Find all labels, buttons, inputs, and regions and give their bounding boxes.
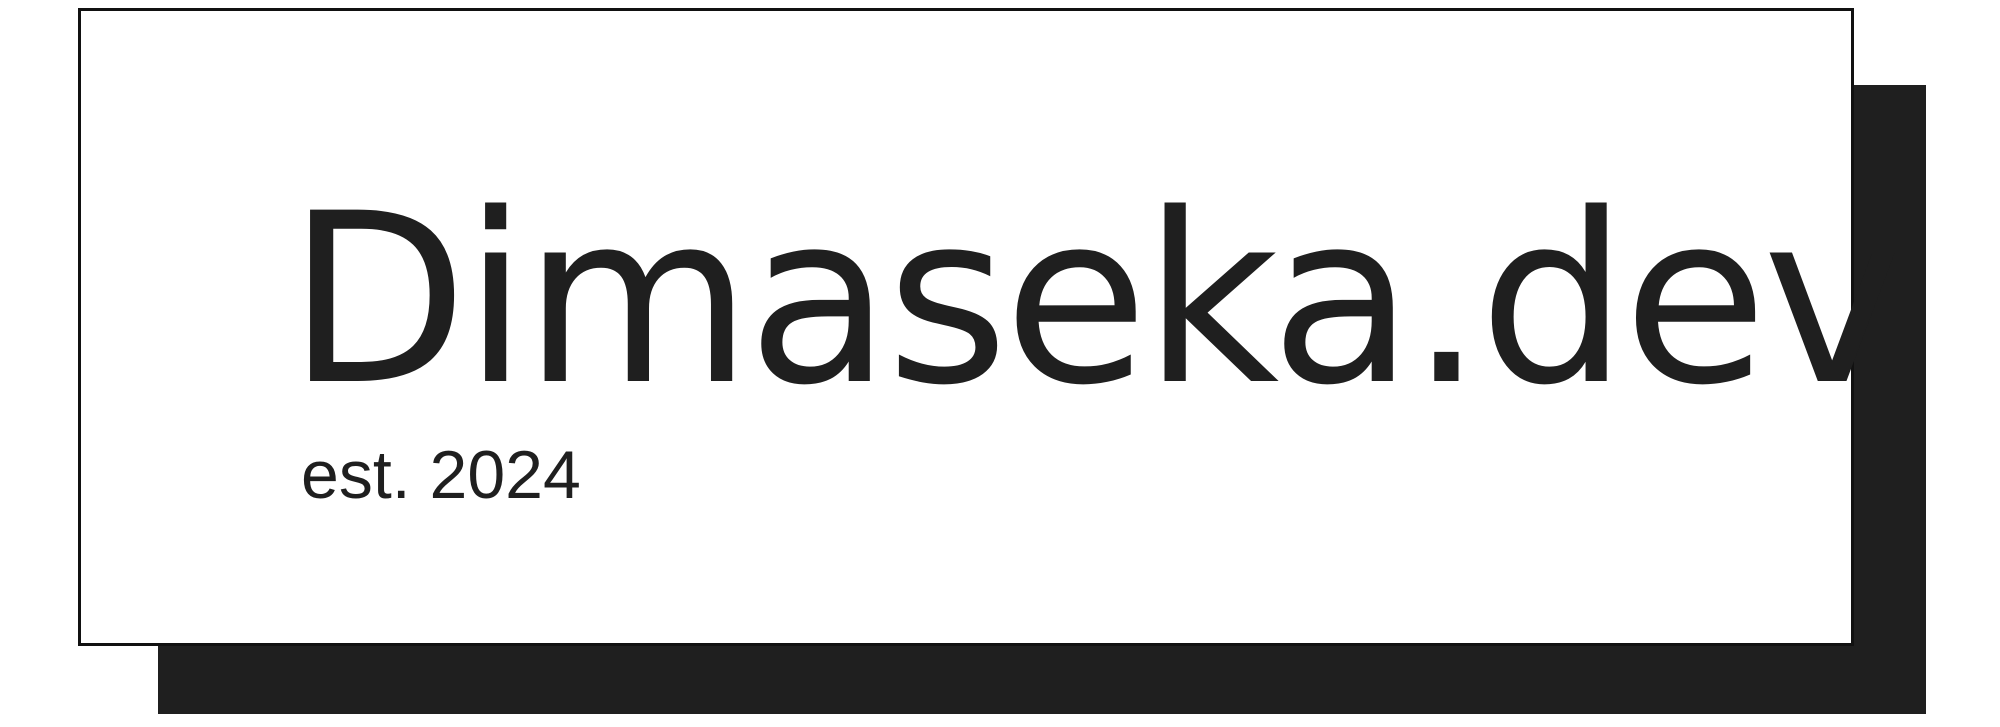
established-year: est. 2024 [301,437,581,513]
brand-name: Dimaseka.dev [287,164,1902,437]
logo-card: Dimaseka.dev est. 2024 [78,8,1902,646]
